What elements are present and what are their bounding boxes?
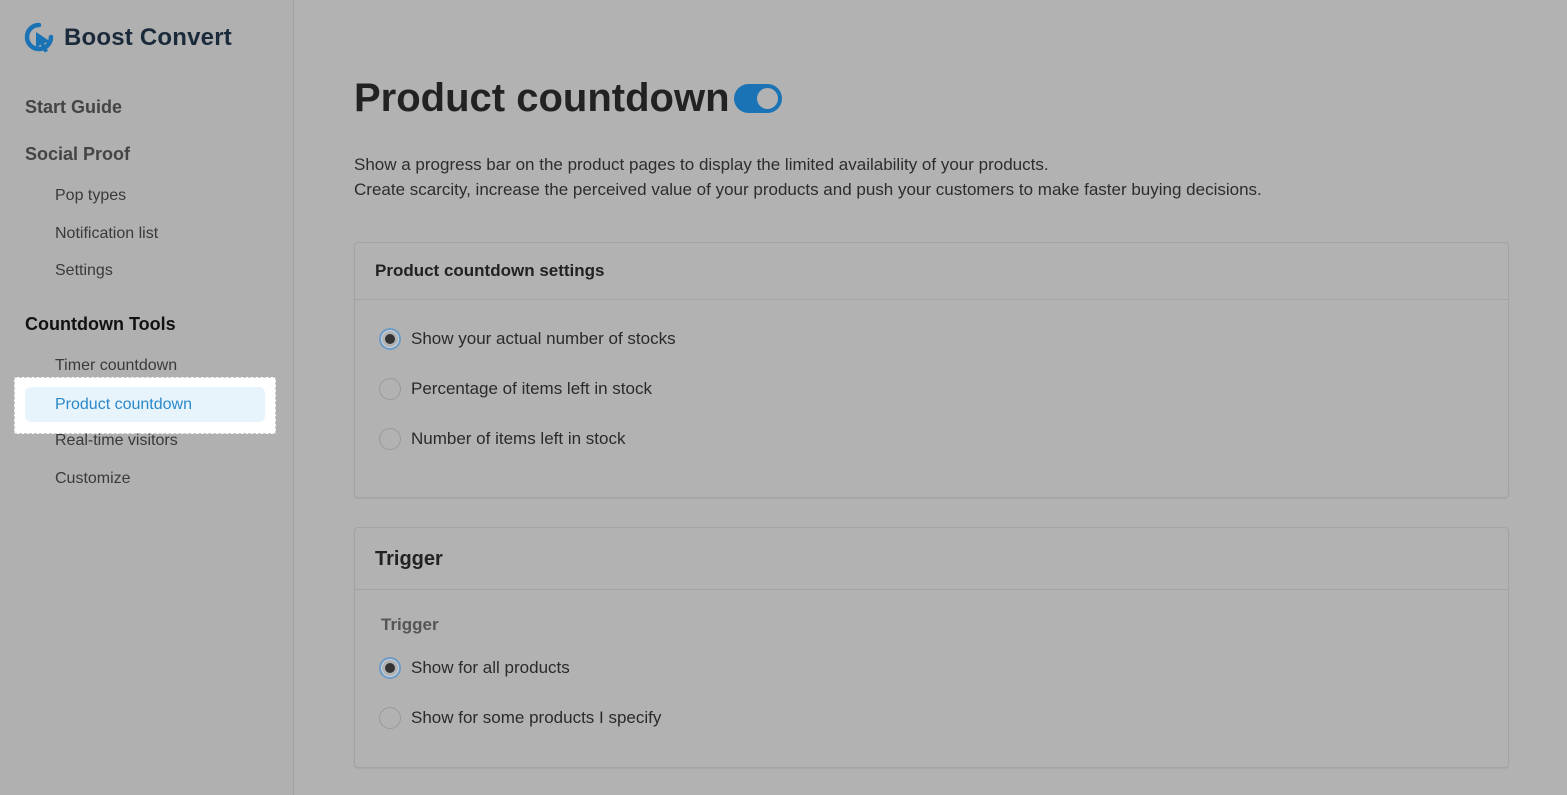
nav-item-real-time-visitors[interactable]: Real-time visitors	[55, 432, 178, 450]
option-actual-stock[interactable]: Show your actual number of stocks	[379, 328, 676, 350]
page-title: Product countdown	[354, 76, 730, 120]
nav-item-pop-types[interactable]: Pop types	[55, 187, 126, 205]
nav-item-customize[interactable]: Customize	[55, 470, 131, 488]
option-all-products[interactable]: Show for all products	[379, 657, 570, 679]
option-label: Percentage of items left in stock	[411, 379, 652, 398]
radio-button[interactable]	[379, 428, 401, 450]
option-some-products[interactable]: Show for some products I specify	[379, 707, 661, 729]
radio-button[interactable]	[379, 328, 401, 350]
nav-item-settings[interactable]: Settings	[55, 262, 113, 280]
card-header: Trigger	[355, 528, 1508, 590]
option-percentage-left[interactable]: Percentage of items left in stock	[379, 378, 652, 400]
card-header: Product countdown settings	[355, 243, 1508, 300]
brand[interactable]: Boost Convert	[24, 22, 232, 54]
cursor-logo-icon	[24, 22, 54, 53]
nav-start-guide[interactable]: Start Guide	[25, 97, 122, 118]
radio-button[interactable]	[379, 378, 401, 400]
nav-item-timer-countdown[interactable]: Timer countdown	[55, 357, 177, 375]
nav-social-proof[interactable]: Social Proof	[25, 144, 130, 165]
card-title: Product countdown settings	[375, 261, 605, 280]
sidebar: Boost Convert Start Guide Social Proof P…	[0, 0, 294, 795]
toggle-knob	[757, 88, 778, 109]
nav-item-label: Product countdown	[55, 396, 192, 413]
trigger-field-label: Trigger	[381, 615, 439, 634]
option-label: Show for some products I specify	[411, 708, 662, 727]
nav-item-product-countdown[interactable]: Product countdown	[25, 387, 265, 422]
description-line-2: Create scarcity, increase the perceived …	[354, 180, 1262, 199]
option-label: Show for all products	[411, 658, 570, 677]
radio-button[interactable]	[379, 707, 401, 729]
description-line-1: Show a progress bar on the product pages…	[354, 155, 1049, 174]
brand-name: Boost Convert	[64, 24, 232, 51]
nav-countdown-tools[interactable]: Countdown Tools	[25, 314, 176, 335]
trigger-card: Trigger Trigger Show for all products Sh…	[354, 527, 1509, 768]
option-label: Show your actual number of stocks	[411, 329, 676, 348]
option-number-left[interactable]: Number of items left in stock	[379, 428, 625, 450]
nav-item-notification-list[interactable]: Notification list	[55, 225, 158, 243]
settings-card: Product countdown settings Show your act…	[354, 242, 1509, 498]
radio-button[interactable]	[379, 657, 401, 679]
option-label: Number of items left in stock	[411, 429, 626, 448]
enable-toggle[interactable]	[734, 84, 782, 113]
card-title: Trigger	[375, 548, 443, 570]
